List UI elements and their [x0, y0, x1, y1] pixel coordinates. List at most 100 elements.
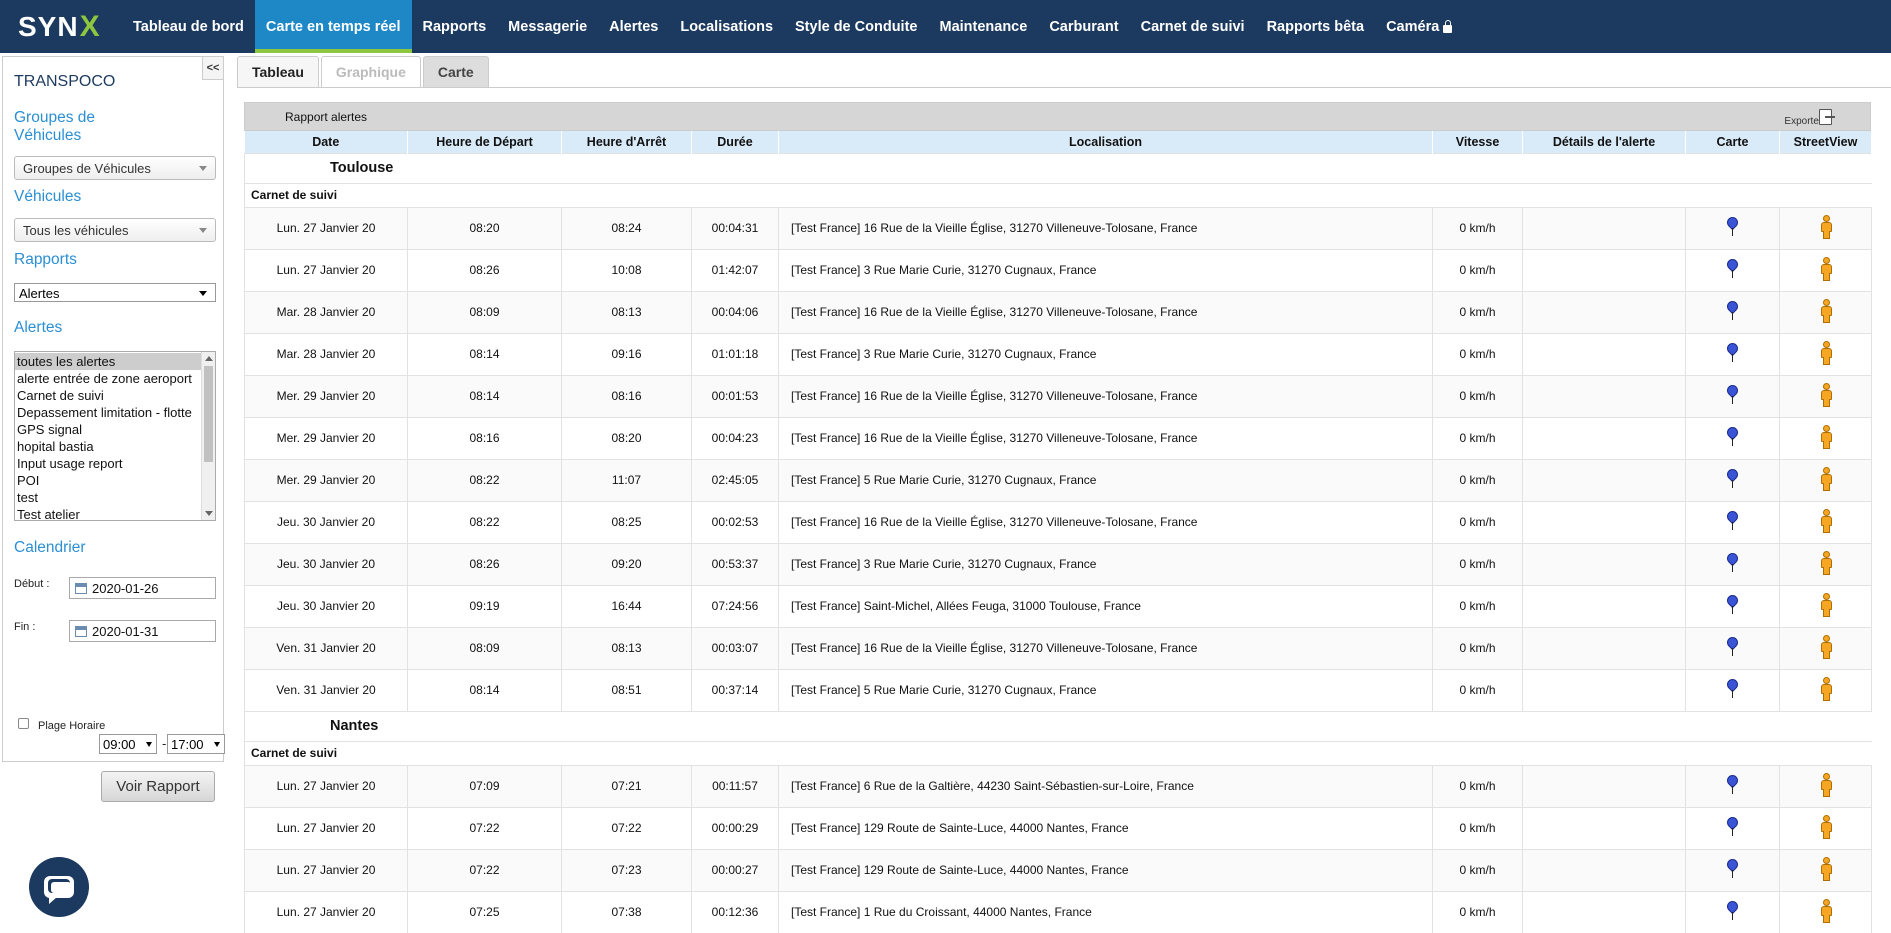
- map-pin-icon[interactable]: [1724, 382, 1740, 405]
- nav-item-camera[interactable]: Caméra: [1375, 0, 1463, 53]
- scroll-up-icon[interactable]: [205, 356, 213, 361]
- map-pin-icon[interactable]: [1724, 214, 1740, 237]
- streetview-pegman-icon[interactable]: [1820, 676, 1832, 701]
- alerts-scrollbar[interactable]: [201, 352, 215, 520]
- nav-item-tableau-de-bord[interactable]: Tableau de bord: [122, 0, 255, 53]
- time-range-checkbox[interactable]: [18, 718, 29, 729]
- streetview-pegman-icon[interactable]: [1820, 772, 1832, 797]
- date-cell: Ven. 31 Janvier 20: [244, 668, 408, 711]
- streetview-pegman-icon[interactable]: [1820, 424, 1832, 449]
- streetview-pegman-icon[interactable]: [1820, 634, 1832, 659]
- map-pin-icon[interactable]: [1724, 508, 1740, 531]
- streetview-pegman-icon[interactable]: [1820, 814, 1832, 839]
- map-pin-icon[interactable]: [1724, 340, 1740, 363]
- streetview-pegman-icon[interactable]: [1820, 466, 1832, 491]
- nav-item-maintenance[interactable]: Maintenance: [928, 0, 1038, 53]
- chevron-down-icon: [214, 742, 220, 747]
- scroll-down-icon[interactable]: [205, 511, 213, 516]
- alerts-list-item[interactable]: Depassement limitation - flotte: [15, 404, 201, 421]
- start-date-input[interactable]: 2020-01-26: [69, 577, 216, 599]
- map-pin-icon[interactable]: [1724, 592, 1740, 615]
- chat-widget-button[interactable]: [29, 857, 89, 917]
- streetview-pegman-icon[interactable]: [1820, 508, 1832, 533]
- synx-logo[interactable]: SYN X: [0, 0, 122, 53]
- location-cell: [Test France] 1 Rue du Croissant, 44000 …: [778, 890, 1433, 933]
- alerts-list-item[interactable]: alerte entrée de zone aeroport: [15, 370, 201, 387]
- map-pin-icon[interactable]: [1724, 772, 1740, 795]
- map-pin-icon[interactable]: [1724, 466, 1740, 489]
- nav-item-label: Rapports: [422, 18, 487, 35]
- streetview-pegman-icon[interactable]: [1820, 298, 1832, 323]
- column-header[interactable]: Date: [244, 131, 408, 153]
- vehicles-select[interactable]: Tous les véhicules: [14, 218, 216, 242]
- column-header[interactable]: Localisation: [778, 131, 1433, 153]
- map-pin-icon[interactable]: [1724, 634, 1740, 657]
- streetview-pegman-icon[interactable]: [1820, 382, 1832, 407]
- nav-item-rapports[interactable]: Rapports: [412, 0, 498, 53]
- map-pin-icon[interactable]: [1724, 814, 1740, 837]
- column-header[interactable]: Carte: [1685, 131, 1780, 153]
- pegman-head: [1822, 424, 1830, 432]
- column-header[interactable]: Durée: [691, 131, 779, 153]
- alerts-list-item[interactable]: toutes les alertes: [15, 353, 201, 370]
- nav-item-messagerie[interactable]: Messagerie: [497, 0, 598, 53]
- nav-item-carte-en-temps-reel[interactable]: Carte en temps réel: [254, 0, 412, 53]
- pegman-head: [1822, 814, 1830, 822]
- report-table: Date Heure de Départ Heure d'Arrêt Durée Loc…: [244, 131, 1872, 933]
- streetview-pegman-icon[interactable]: [1820, 592, 1832, 617]
- map-pin-icon[interactable]: [1724, 856, 1740, 879]
- calendar-icon[interactable]: [75, 583, 87, 594]
- map-pin-icon[interactable]: [1724, 898, 1740, 921]
- vehicle-groups-select[interactable]: Groupes de Véhicules: [14, 156, 216, 180]
- alerts-list-item[interactable]: GPS signal: [15, 421, 201, 438]
- alerts-list-item[interactable]: hopital bastia: [15, 438, 201, 455]
- nav-item-rapports-beta[interactable]: Rapports bêta: [1256, 0, 1376, 53]
- time-start-select[interactable]: 09:00: [99, 734, 157, 754]
- streetview-pegman-icon[interactable]: [1820, 898, 1832, 923]
- column-header[interactable]: Vitesse: [1432, 131, 1523, 153]
- date-cell: Lun. 27 Janvier 20: [244, 848, 408, 891]
- map-pin-icon[interactable]: [1724, 256, 1740, 279]
- calendar-icon[interactable]: [75, 626, 87, 637]
- column-header[interactable]: Détails de l'alerte: [1522, 131, 1686, 153]
- end-date-input[interactable]: 2020-01-31: [69, 620, 216, 642]
- map-pin-icon[interactable]: [1724, 676, 1740, 699]
- speed-cell: 0 km/h: [1432, 500, 1523, 543]
- alerts-list-item[interactable]: Input usage report: [15, 455, 201, 472]
- scroll-thumb[interactable]: [204, 366, 213, 462]
- reports-select[interactable]: Alertes: [14, 283, 216, 302]
- alerts-list-item[interactable]: test: [15, 489, 201, 506]
- nav-item-alertes[interactable]: Alertes: [598, 0, 669, 53]
- map-pin-icon[interactable]: [1724, 298, 1740, 321]
- nav-item-localisations[interactable]: Localisations: [669, 0, 784, 53]
- city-group-row: Nantes: [244, 710, 1872, 741]
- nav-item-style-de-conduite[interactable]: Style de Conduite: [784, 0, 928, 53]
- map-cell: [1685, 374, 1780, 417]
- alerts-list-item[interactable]: Carnet de suivi: [15, 387, 201, 404]
- time-end-select[interactable]: 17:00: [167, 734, 225, 754]
- nav-item-carnet-de-suivi[interactable]: Carnet de suivi: [1130, 0, 1256, 53]
- nav-item-carburant[interactable]: Carburant: [1038, 0, 1129, 53]
- tab-tableau[interactable]: Tableau: [237, 56, 319, 87]
- streetview-pegman-icon[interactable]: [1820, 856, 1832, 881]
- column-header[interactable]: Heure d'Arrêt: [561, 131, 692, 153]
- streetview-pegman-icon[interactable]: [1820, 550, 1832, 575]
- alerts-list-item[interactable]: Test atelier: [15, 506, 201, 520]
- map-pin-icon[interactable]: [1724, 550, 1740, 573]
- view-report-button[interactable]: Voir Rapport: [101, 771, 215, 802]
- streetview-pegman-icon[interactable]: [1820, 256, 1832, 281]
- collapse-sidebar-button[interactable]: <<: [202, 56, 224, 80]
- column-header[interactable]: Heure de Départ: [407, 131, 562, 153]
- alerts-listbox[interactable]: toutes les alertes alerte entrée de zone …: [14, 351, 216, 521]
- streetview-pegman-icon[interactable]: [1820, 340, 1832, 365]
- tab-carte[interactable]: Carte: [422, 56, 489, 87]
- alert-details-cell: [1522, 584, 1686, 627]
- company-name: TRANSPOCO: [14, 73, 116, 90]
- alerts-list-item[interactable]: POI: [15, 472, 201, 489]
- departure-time-cell: 07:09: [407, 764, 562, 807]
- column-header[interactable]: StreetView: [1779, 131, 1872, 153]
- map-pin-head: [1724, 214, 1740, 230]
- export-icon[interactable]: [1819, 109, 1835, 125]
- streetview-pegman-icon[interactable]: [1820, 214, 1832, 239]
- map-pin-icon[interactable]: [1724, 424, 1740, 447]
